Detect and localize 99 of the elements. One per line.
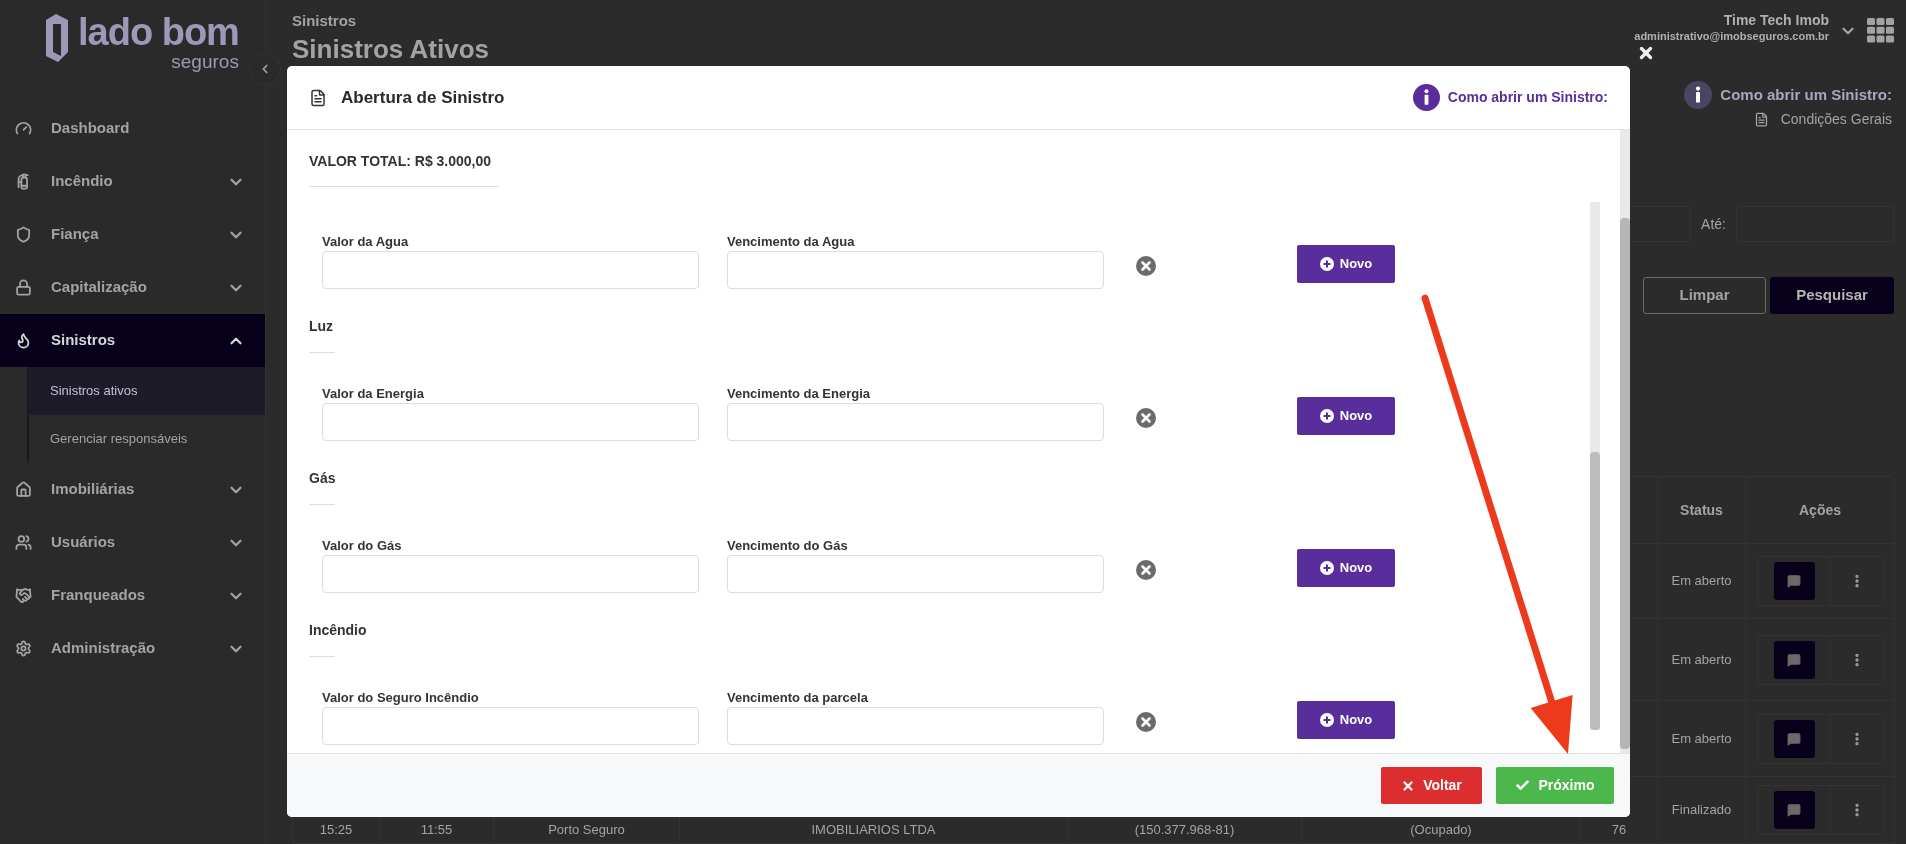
lock-icon [15,279,32,296]
sidebar-item[interactable]: Fiança [0,208,265,261]
remove-icon[interactable] [1136,256,1156,276]
input-field[interactable] [322,555,699,593]
field-label: Valor do Gás [322,537,403,554]
field-label: Valor da Energia [322,385,425,402]
sidebar-item[interactable]: Incêndio [0,155,265,208]
input-field[interactable] [727,707,1104,745]
new-button[interactable]: Novo [1297,701,1395,739]
status-cell: Em aberto [1658,701,1746,777]
new-button[interactable]: Novo [1297,397,1395,435]
plus-icon [1319,561,1334,575]
comment-button[interactable] [1773,562,1815,600]
input-field[interactable] [322,403,699,441]
sidebar-label: Capitalização [51,277,148,298]
remove-icon[interactable] [1136,560,1156,580]
settings-icon [15,640,32,657]
sidebar-label: Imobiliárias [51,479,136,500]
gauge-icon [15,120,32,137]
submenu-item[interactable]: Gerenciar responsáveis [29,415,265,463]
input-field[interactable] [322,251,699,289]
sidebar-label: Administração [51,638,157,659]
help-link[interactable]: Como abrir um Sinistro: [1447,87,1608,108]
input-field[interactable] [727,251,1104,289]
speech-bubble-icon [1787,574,1801,588]
input-field[interactable] [727,403,1104,441]
sidebar-item[interactable]: Imobiliárias [0,463,265,516]
section-heading: Incêndio [309,622,367,638]
input-field[interactable] [322,707,699,745]
sidebar-item[interactable]: Administração [0,622,265,675]
sidebar-item[interactable]: Usuários [0,516,265,569]
sidebar-item[interactable]: Franqueados [0,569,265,622]
field-label: Vencimento da parcela [727,689,869,706]
status-cell: Finalizado [1658,777,1746,844]
close-icon[interactable] [1637,44,1655,62]
logo-wordmark: lado bom [78,12,239,52]
check-icon [1515,778,1531,793]
modal-title: Abertura de Sinistro [341,86,505,109]
document-icon [1753,112,1769,128]
section-heading: Gás [309,470,336,486]
comment-button[interactable] [1773,640,1815,679]
speech-bubble-icon [1787,803,1801,817]
remove-icon[interactable] [1136,712,1156,732]
column-header: Ações [1746,477,1895,544]
logo-tagline: seguros [171,52,239,72]
info-icon [1684,81,1713,110]
help-link[interactable]: Como abrir um Sinistro: [1720,83,1892,107]
status-cell: Em aberto [1658,544,1746,619]
shield-icon [15,226,32,243]
speech-bubble-icon [1787,731,1801,746]
sidebar-item[interactable]: Dashboard [0,102,265,155]
sidebar-item[interactable]: Sinistros [0,314,265,367]
sidebar-label: Franqueados [51,585,147,606]
sidebar-label: Usuários [51,532,117,553]
back-button[interactable]: Voltar [1381,767,1482,804]
close-icon [1401,778,1416,793]
status-cell: Em aberto [1658,619,1746,701]
field-label: Valor da Agua [322,233,410,250]
search-button[interactable]: Pesquisar [1770,277,1894,314]
input-field[interactable] [727,555,1104,593]
info-icon [1412,84,1440,111]
plus-icon [1319,409,1334,423]
column-header: Status [1658,477,1746,544]
remove-icon[interactable] [1136,408,1156,428]
apps-grid-icon[interactable] [1867,18,1894,43]
sidebar-label: Incêndio [51,171,114,192]
plus-icon [1319,257,1334,271]
users-icon [15,534,32,551]
sidebar-item[interactable]: Capitalização [0,261,265,314]
breadcrumb: Sinistros [292,12,358,30]
plus-icon [1319,713,1334,727]
flame-icon [15,332,32,349]
speech-bubble-icon [1787,652,1801,667]
house-icon [15,481,32,498]
submenu-item[interactable]: Sinistros ativos [29,367,265,415]
field-label: Vencimento da Agua [727,233,856,250]
scrollbar-thumb[interactable] [1590,452,1600,730]
comment-button[interactable] [1773,719,1815,758]
new-button[interactable]: Novo [1297,245,1395,283]
clear-button[interactable]: Limpar [1643,277,1766,314]
user-name: Time Tech Imob [1723,12,1829,29]
user-email: administrativo@imobseguros.com.br [1634,30,1829,43]
handshake-icon [15,587,32,604]
conditions-link[interactable]: Condições Gerais [1780,109,1892,131]
sidebar-label: Fiança [51,224,100,245]
total-value: VALOR TOTAL: R$ 3.000,00 [309,153,492,169]
field-label: Valor do Seguro Incêndio [322,689,480,706]
comment-button[interactable] [1773,791,1815,829]
page-title: Sinistros Ativos [292,34,489,64]
until-label: Até: [1701,214,1726,234]
document-icon [309,88,327,107]
field-label: Vencimento da Energia [727,385,872,402]
field-label: Vencimento do Gás [727,537,849,554]
sidebar-label: Sinistros [51,330,117,351]
sidebar-label: Dashboard [51,118,131,139]
new-button[interactable]: Novo [1297,549,1395,587]
fire-extinguisher-icon [15,173,32,190]
section-heading: Luz [309,318,334,334]
collapse-button[interactable] [249,53,281,85]
